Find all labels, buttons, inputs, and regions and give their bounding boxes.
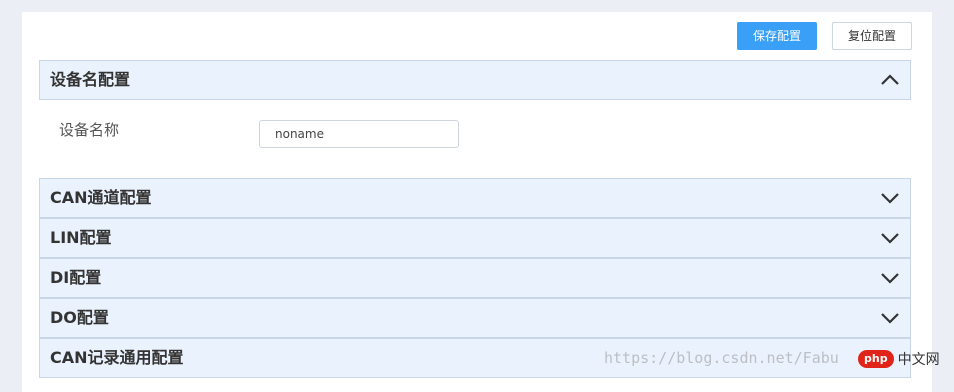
section-header-do[interactable]: DO配置: [39, 298, 911, 338]
chevron-down-icon[interactable]: [880, 191, 900, 205]
section-title: CAN通道配置: [50, 188, 152, 207]
config-panel: 保存配置 复位配置 设备名配置 设备名称 CAN通道配置 LIN配置 DI配置 …: [22, 12, 932, 392]
chevron-up-icon[interactable]: [880, 73, 900, 87]
section-header-di[interactable]: DI配置: [39, 258, 911, 298]
device-name-label: 设备名称: [59, 121, 120, 139]
section-title: LIN配置: [50, 228, 112, 247]
chevron-down-icon[interactable]: [880, 231, 900, 245]
section-header-device-name[interactable]: 设备名配置: [39, 60, 911, 100]
chevron-down-icon[interactable]: [880, 311, 900, 325]
save-config-button[interactable]: 保存配置: [737, 22, 817, 50]
section-title: 设备名配置: [50, 70, 131, 89]
reset-config-button[interactable]: 复位配置: [832, 22, 912, 50]
section-header-can-channel[interactable]: CAN通道配置: [39, 178, 911, 218]
section-header-lin[interactable]: LIN配置: [39, 218, 911, 258]
php-badge: php: [858, 350, 894, 368]
section-title: DO配置: [50, 308, 109, 327]
section-title: CAN记录通用配置: [50, 348, 184, 367]
watermark-logo: php 中文网: [858, 348, 940, 370]
watermark-url: https://blog.csdn.net/Fabu: [604, 349, 839, 367]
device-name-input[interactable]: [259, 120, 459, 148]
section-title: DI配置: [50, 268, 102, 287]
logo-text: 中文网: [897, 352, 940, 368]
chevron-down-icon[interactable]: [880, 271, 900, 285]
